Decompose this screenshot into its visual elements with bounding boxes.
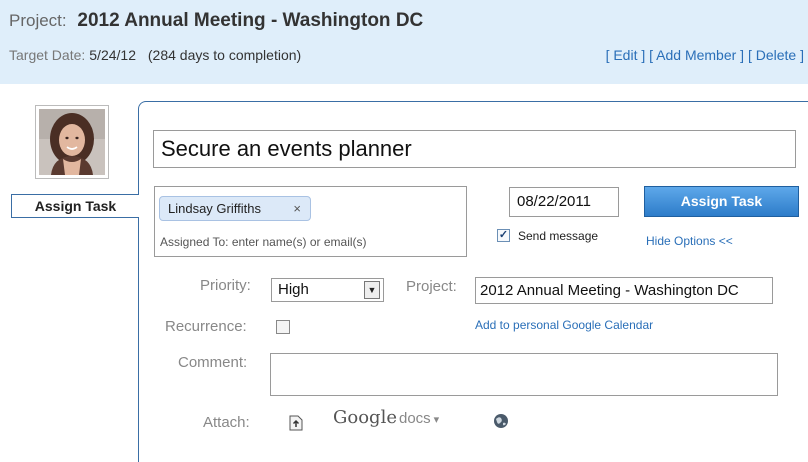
delete-link[interactable]: [ Delete ] bbox=[748, 47, 804, 63]
hide-options-link[interactable]: Hide Options << bbox=[646, 234, 733, 248]
comment-label: Comment: bbox=[178, 354, 248, 371]
project-label: Project: bbox=[9, 11, 67, 30]
assignee-chip-label: Lindsay Griffiths bbox=[168, 201, 261, 216]
send-message-checkbox[interactable]: ✓ bbox=[497, 229, 510, 242]
add-member-link[interactable]: [ Add Member ] bbox=[649, 47, 744, 63]
assign-task-button[interactable]: Assign Task bbox=[644, 186, 799, 217]
due-date-field[interactable]: 08/22/2011 bbox=[509, 187, 619, 217]
days-to-completion: (284 days to completion) bbox=[147, 47, 302, 63]
google-docs-brand: Google bbox=[333, 407, 397, 428]
send-message-label: Send message bbox=[518, 229, 599, 243]
comment-input[interactable] bbox=[270, 353, 778, 396]
google-calendar-link[interactable]: Add to personal Google Calendar bbox=[475, 318, 653, 332]
target-date-line: Target Date: 5/24/12 (284 days to complet… bbox=[9, 47, 301, 63]
project-field-label: Project: bbox=[406, 278, 457, 295]
edit-link[interactable]: [ Edit ] bbox=[606, 47, 646, 63]
user-photo-icon bbox=[39, 109, 105, 175]
priority-label: Priority: bbox=[200, 277, 251, 294]
remove-assignee-icon[interactable]: × bbox=[293, 197, 301, 220]
assignee-chip[interactable]: Lindsay Griffiths × bbox=[159, 196, 311, 221]
project-name: 2012 Annual Meeting - Washington DC bbox=[77, 10, 424, 31]
avatar bbox=[35, 105, 109, 179]
globe-icon[interactable] bbox=[493, 413, 509, 429]
priority-select[interactable]: High ▼ bbox=[271, 278, 384, 302]
chevron-down-icon: ▾ bbox=[433, 414, 440, 426]
attach-label: Attach: bbox=[203, 414, 250, 431]
target-date-label: Target Date: bbox=[9, 47, 86, 63]
project-actions: [ Edit ] [ Add Member ] [ Delete ] bbox=[606, 47, 804, 63]
priority-value: High bbox=[278, 281, 309, 298]
project-select[interactable]: 2012 Annual Meeting - Washington DC bbox=[475, 277, 773, 304]
recurrence-label: Recurrence: bbox=[165, 318, 247, 335]
google-docs-product: docs bbox=[398, 410, 431, 427]
file-upload-icon[interactable] bbox=[289, 415, 303, 431]
project-header: Project: 2012 Annual Meeting - Washingto… bbox=[0, 0, 808, 84]
google-docs-dropdown[interactable]: Google docs ▾ bbox=[333, 407, 439, 428]
task-title-input[interactable]: Secure an events planner bbox=[153, 130, 796, 168]
target-date-value: 5/24/12 bbox=[89, 47, 136, 63]
recurrence-checkbox[interactable] bbox=[276, 320, 290, 334]
tab-assign-task[interactable]: Assign Task bbox=[11, 194, 139, 218]
assigned-to-placeholder: Assigned To: enter name(s) or email(s) bbox=[160, 235, 367, 249]
chevron-down-icon[interactable]: ▼ bbox=[364, 281, 380, 299]
project-title-line: Project: 2012 Annual Meeting - Washingto… bbox=[9, 10, 423, 32]
